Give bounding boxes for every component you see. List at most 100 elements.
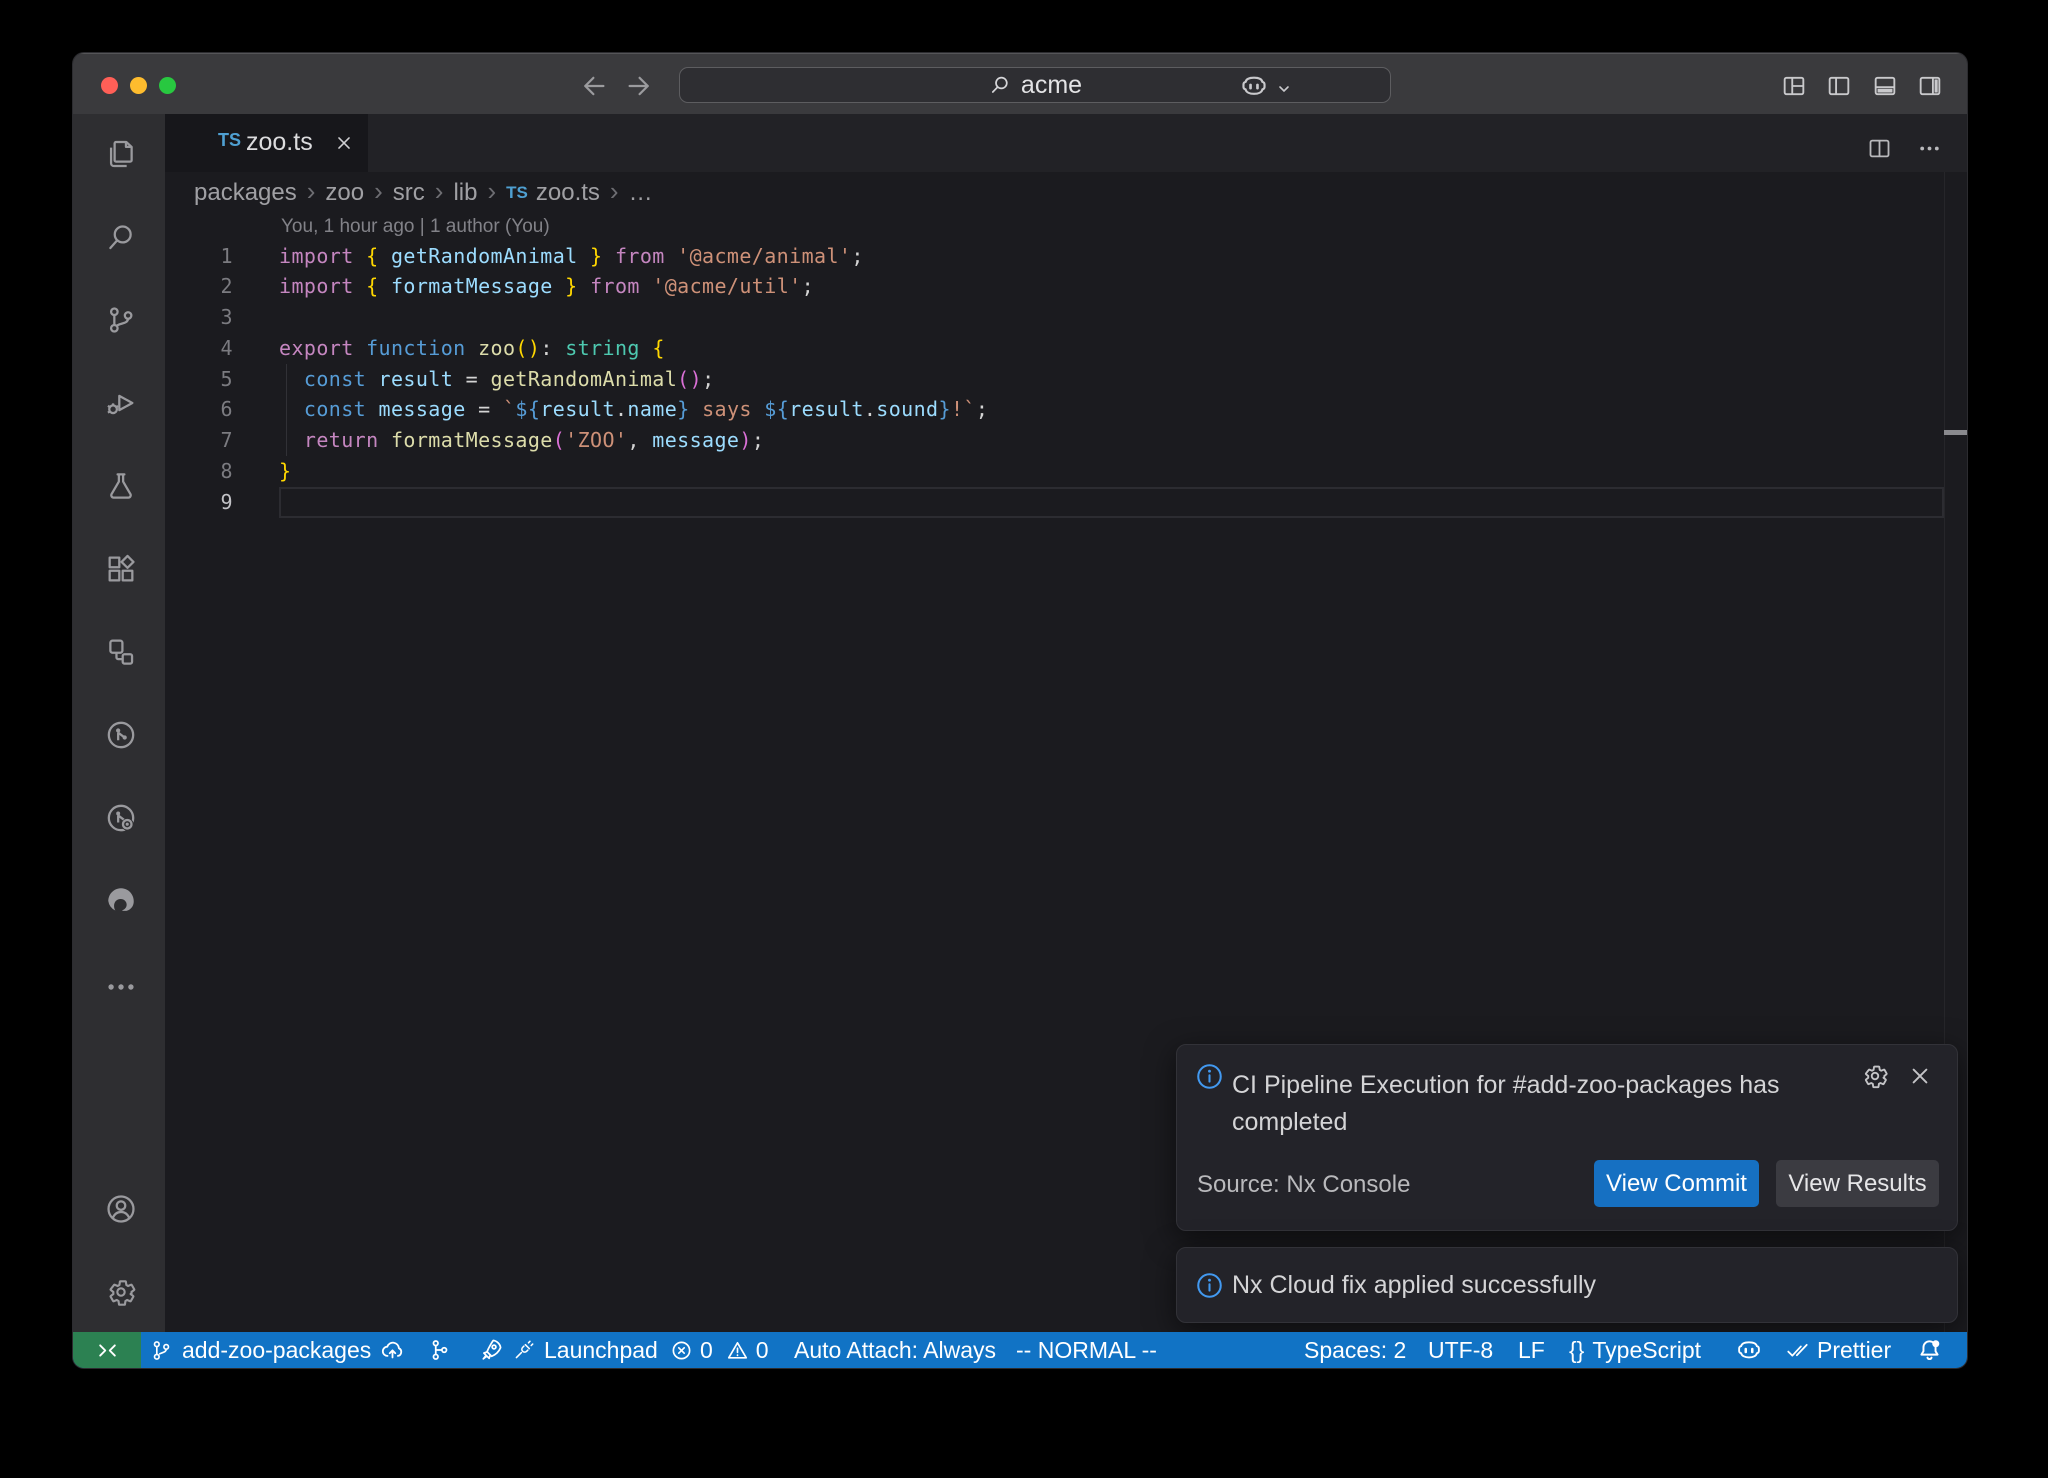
line-number[interactable]: 7 <box>165 425 233 456</box>
breadcrumb-item[interactable]: zoo.ts <box>536 179 600 207</box>
editor-actions-more-icon[interactable] <box>1916 135 1943 162</box>
code-token: ( <box>677 367 689 391</box>
code-line[interactable]: 3 <box>165 302 1967 333</box>
git-blame-annotation: You, 1 hour ago | 1 author (You) <box>281 216 550 238</box>
line-number[interactable]: 2 <box>165 271 233 302</box>
view-commit-button[interactable]: View Commit <box>1594 1160 1759 1207</box>
code-text[interactable]: } <box>279 456 291 487</box>
arrow-forward-icon[interactable] <box>624 71 654 101</box>
launchpad-status-item[interactable]: Launchpad <box>477 1332 658 1368</box>
copilot-icon[interactable] <box>1238 70 1270 102</box>
settings-gear-icon[interactable] <box>104 1275 138 1309</box>
code-line[interactable]: 8} <box>165 456 1967 487</box>
code-token: ; <box>802 274 814 298</box>
branch-status-item[interactable]: add-zoo-packages <box>149 1332 406 1368</box>
breadcrumb-item[interactable]: … <box>629 179 653 207</box>
auto-attach-label: Auto Attach: Always <box>794 1337 996 1364</box>
nx-cloud-icon[interactable] <box>104 801 138 835</box>
code-line[interactable]: 6 const message = `${result.name} says $… <box>165 394 1967 425</box>
line-number[interactable]: 3 <box>165 302 233 333</box>
tab-zoo-ts[interactable]: TS zoo.ts <box>165 114 368 172</box>
nx-console-icon[interactable] <box>104 718 138 752</box>
code-text[interactable]: return formatMessage('ZOO', message); <box>279 425 764 456</box>
account-icon[interactable] <box>104 1192 138 1226</box>
code-line[interactable]: 5 const result = getRandomAnimal(); <box>165 364 1967 395</box>
activity-bar <box>73 114 165 1332</box>
problems-status-item[interactable]: 0 0 <box>669 1332 769 1368</box>
layout-sidebar-left-icon[interactable] <box>1825 72 1853 100</box>
arrow-back-icon[interactable] <box>579 71 609 101</box>
search-icon[interactable] <box>104 220 138 254</box>
code-text[interactable]: import { formatMessage } from '@acme/uti… <box>279 271 814 302</box>
editor-code-area[interactable]: 1 import { getRandomAnimal } from '@acme/… <box>165 241 1967 518</box>
info-icon <box>1195 1062 1224 1091</box>
copilot-status-item[interactable] <box>1734 1332 1764 1368</box>
run-and-debug-icon[interactable] <box>104 386 138 420</box>
breadcrumb-item[interactable]: lib <box>453 179 477 207</box>
remote-indicator[interactable] <box>73 1332 141 1368</box>
code-token: ; <box>752 428 764 452</box>
spaces-status-item[interactable]: Spaces: 2 <box>1304 1332 1406 1368</box>
notifications-bell-item[interactable] <box>1915 1332 1944 1368</box>
line-number[interactable]: 9 <box>165 487 233 518</box>
code-line[interactable]: 1 import { getRandomAnimal } from '@acme/… <box>165 241 1967 272</box>
close-icon[interactable] <box>1906 1062 1936 1092</box>
code-token: ; <box>851 244 863 268</box>
window-close-button[interactable] <box>101 77 118 94</box>
breadcrumb-item[interactable]: packages <box>194 179 297 207</box>
git-branch-icon <box>149 1338 174 1363</box>
code-line[interactable]: 9 <box>165 487 1967 518</box>
breadcrumb-item[interactable]: src <box>393 179 425 207</box>
auto-attach-status-item[interactable]: Auto Attach: Always <box>794 1332 996 1368</box>
formatter-status-item[interactable]: Prettier <box>1784 1332 1891 1368</box>
window-zoom-button[interactable] <box>159 77 176 94</box>
chevron-right-icon: › <box>425 176 454 207</box>
breadcrumb-item[interactable]: zoo <box>325 179 364 207</box>
code-token: { <box>652 336 664 360</box>
language-status-item[interactable]: {} TypeScript <box>1569 1332 1701 1368</box>
vscode-window: acme <box>72 52 1968 1369</box>
source-control-icon[interactable] <box>104 303 138 337</box>
code-token: '@acme/animal' <box>677 244 851 268</box>
gear-icon[interactable] <box>1860 1061 1890 1091</box>
code-text[interactable]: const result = getRandomAnimal(); <box>279 364 715 395</box>
code-text[interactable]: import { getRandomAnimal } from '@acme/a… <box>279 241 864 272</box>
layout-panel-bottom-icon[interactable] <box>1871 72 1899 100</box>
code-token: function <box>366 336 478 360</box>
vim-mode-status-item[interactable]: -- NORMAL -- <box>1016 1332 1157 1368</box>
line-number[interactable]: 6 <box>165 394 233 425</box>
close-icon[interactable] <box>333 132 355 154</box>
testing-icon[interactable] <box>104 469 138 503</box>
code-text[interactable]: export function zoo(): string { <box>279 333 665 364</box>
project-graph-icon[interactable] <box>104 635 138 669</box>
explorer-icon[interactable] <box>104 137 138 171</box>
code-token: . <box>864 397 876 421</box>
split-editor-icon[interactable] <box>1866 135 1893 162</box>
overview-ruler-cursor-mark <box>1944 430 1968 435</box>
code-token: from <box>603 244 678 268</box>
code-token: } <box>565 274 577 298</box>
code-token: } <box>279 459 291 483</box>
code-line[interactable]: 4 export function zoo(): string { <box>165 333 1967 364</box>
window-minimize-button[interactable] <box>130 77 147 94</box>
source-control-graph-item[interactable] <box>426 1332 452 1368</box>
view-results-button[interactable]: View Results <box>1776 1160 1939 1207</box>
layout-sidebar-right-icon[interactable] <box>1916 72 1944 100</box>
more-icon[interactable] <box>104 970 138 1004</box>
code-token: , <box>627 428 652 452</box>
code-token: ) <box>528 336 540 360</box>
line-number[interactable]: 8 <box>165 456 233 487</box>
encoding-status-item[interactable]: UTF-8 <box>1428 1332 1493 1368</box>
code-token: ( <box>515 336 527 360</box>
line-number[interactable]: 1 <box>165 241 233 272</box>
layout-customize-icon[interactable] <box>1780 72 1808 100</box>
extensions-icon[interactable] <box>104 552 138 586</box>
line-number[interactable]: 5 <box>165 364 233 395</box>
eol-status-item[interactable]: LF <box>1518 1332 1545 1368</box>
edge-tools-icon[interactable] <box>104 884 138 918</box>
line-number[interactable]: 4 <box>165 333 233 364</box>
chevron-down-icon[interactable] <box>1276 81 1292 97</box>
code-line[interactable]: 7 return formatMessage('ZOO', message); <box>165 425 1967 456</box>
code-line[interactable]: 2 import { formatMessage } from '@acme/ut… <box>165 271 1967 302</box>
code-text[interactable]: const message = `${result.name} says ${r… <box>279 394 988 425</box>
